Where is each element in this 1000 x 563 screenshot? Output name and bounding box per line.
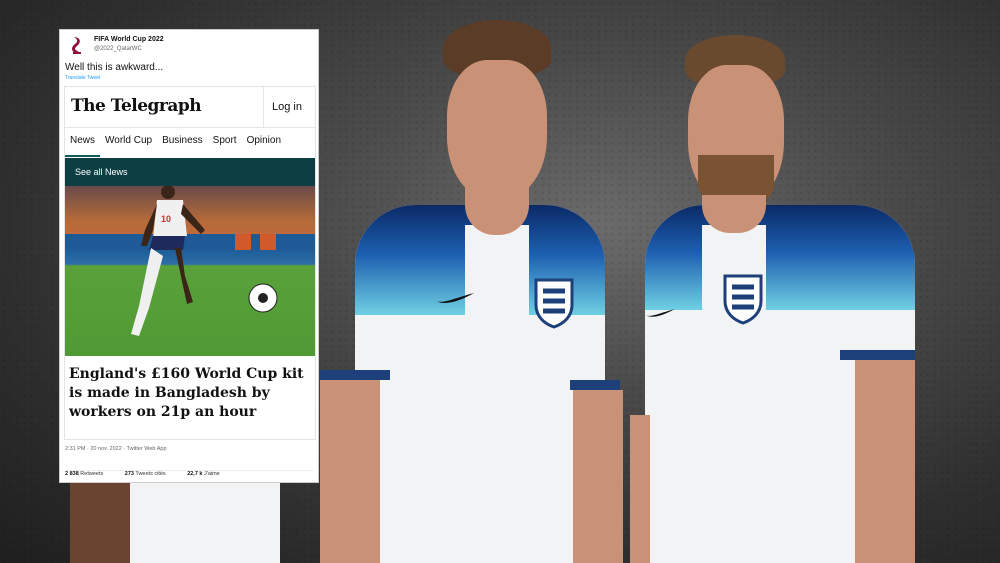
telegraph-nav: News World Cup Business Sport Opinion — [65, 133, 315, 157]
translate-link[interactable]: Translate Tweet — [65, 75, 100, 81]
telegraph-logo: The Telegraph — [71, 96, 202, 116]
player-center — [315, 20, 625, 563]
player-partial-left — [70, 470, 300, 563]
player-right — [630, 35, 930, 563]
tweet-header: FIFA World Cup 2022 @2022_QatarWC — [66, 34, 306, 56]
photo-shirt-number: 10 — [161, 214, 172, 224]
retweets-stat[interactable]: 2 838 Retweets — [65, 471, 113, 477]
footballer-photo-illustration — [65, 186, 315, 336]
tweet-account-name[interactable]: FIFA World Cup 2022 — [94, 36, 164, 43]
nike-swoosh-icon — [645, 309, 675, 317]
see-all-news-bar[interactable]: See all News — [65, 158, 315, 186]
article-headline[interactable]: England's £160 World Cup kit is made in … — [69, 365, 315, 422]
tweet-text: Well this is awkward... — [65, 62, 164, 73]
nike-swoosh-icon — [436, 293, 474, 304]
nav-item-sport[interactable]: Sport — [208, 133, 242, 155]
login-button[interactable]: Log in — [263, 87, 310, 127]
article-photo: 10 — [65, 186, 315, 356]
england-crest-icon — [723, 274, 763, 325]
embedded-article-screenshot: The Telegraph Log in News World Cup Busi… — [64, 86, 316, 440]
england-crest-icon — [534, 278, 574, 329]
nav-item-business[interactable]: Business — [157, 133, 208, 155]
nav-item-news[interactable]: News — [65, 133, 101, 157]
tweet-card[interactable]: FIFA World Cup 2022 @2022_QatarWC Well t… — [60, 30, 318, 482]
tweet-stats: 2 838 Retweets 273 Tweets cités 22,7 k J… — [65, 470, 313, 477]
tweet-meta: 2:31 PM · 20 nov. 2022 · Twitter Web App — [65, 446, 167, 452]
world-cup-logo-icon — [72, 37, 81, 54]
nav-item-world-cup[interactable]: World Cup — [100, 133, 157, 155]
nav-item-opinion[interactable]: Opinion — [242, 133, 286, 155]
likes-stat[interactable]: 22,7 k J'aime — [187, 471, 230, 477]
telegraph-header: The Telegraph Log in — [65, 87, 315, 128]
tweet-handle[interactable]: @2022_QatarWC — [94, 46, 142, 52]
quotes-stat[interactable]: 273 Tweets cités — [125, 471, 176, 477]
